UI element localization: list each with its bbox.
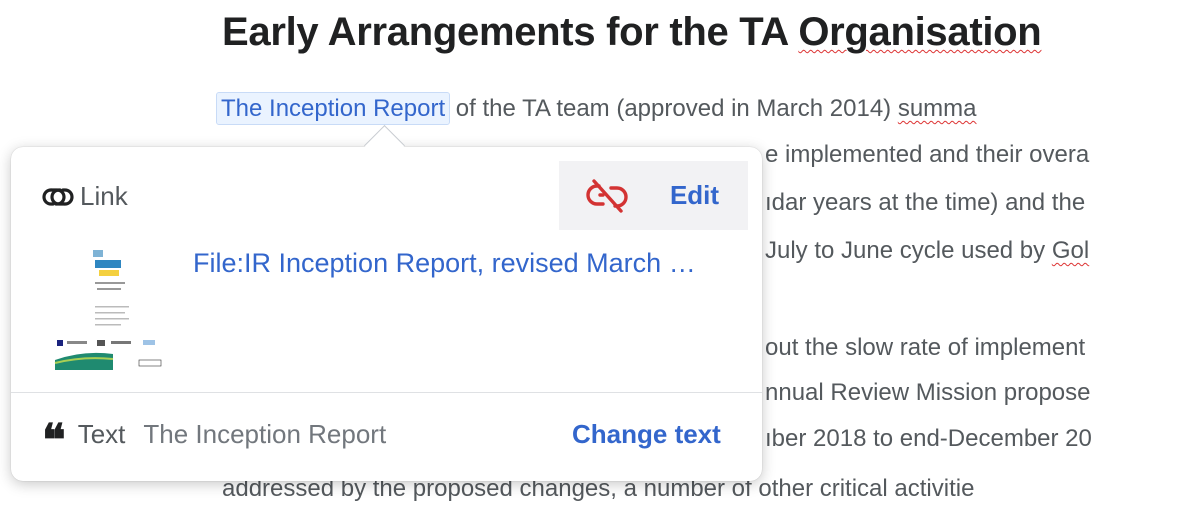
heading-text: Early Arrangements for the TA — [222, 10, 799, 54]
link-text-row: ❝ Text The Inception Report — [42, 414, 387, 466]
paragraph-line-2[interactable]: e implemented and their overa — [765, 140, 1089, 170]
link-context-popup: Link Edit File:IR Inception Report, revi… — [11, 147, 762, 481]
linked-file-title[interactable]: File:IR Inception Report, revised March … — [193, 248, 738, 279]
change-text-button[interactable]: Change text — [572, 419, 721, 450]
link-type-label: Link — [80, 181, 128, 211]
popup-action-bar: Edit — [559, 161, 748, 230]
unlink-button[interactable] — [559, 161, 655, 230]
link-type-header: Link — [42, 181, 128, 212]
line-text: of the TA team (approved in March 2014) — [449, 95, 898, 122]
paragraph-line-4[interactable]: July to June cycle used by Gol — [765, 236, 1089, 266]
editor-page: Early Arrangements for the TA Organisati… — [0, 0, 1179, 505]
misspelled-word: Gol — [1051, 237, 1090, 264]
paragraph-line-5[interactable]: out the slow rate of implement — [765, 333, 1085, 363]
document-thumbnail-image — [54, 244, 162, 370]
paragraph-line-3[interactable]: ıdar years at the time) and the — [765, 188, 1085, 218]
selected-link[interactable]: The Inception Report — [215, 92, 451, 125]
paragraph-line-1[interactable]: The Inception Report of the TA team (app… — [215, 92, 977, 125]
heading-misspelled-word: Organisation — [798, 10, 1042, 54]
line-text: July to June cycle used by — [765, 237, 1052, 264]
text-label: Text — [77, 419, 126, 449]
paragraph-line-7[interactable]: ıber 2018 to end-December 20 — [765, 424, 1092, 454]
link-icon — [42, 187, 74, 206]
unlink-icon — [586, 178, 628, 213]
file-thumbnail[interactable] — [53, 242, 169, 372]
misspelled-word: summa — [897, 95, 977, 122]
popup-divider — [11, 392, 762, 393]
paragraph-line-6[interactable]: nnual Review Mission propose — [765, 378, 1091, 408]
link-text-value: The Inception Report — [143, 419, 387, 449]
edit-link-button[interactable]: Edit — [655, 161, 748, 230]
page-heading[interactable]: Early Arrangements for the TA Organisati… — [222, 10, 1042, 55]
quote-icon: ❝ — [42, 414, 66, 466]
